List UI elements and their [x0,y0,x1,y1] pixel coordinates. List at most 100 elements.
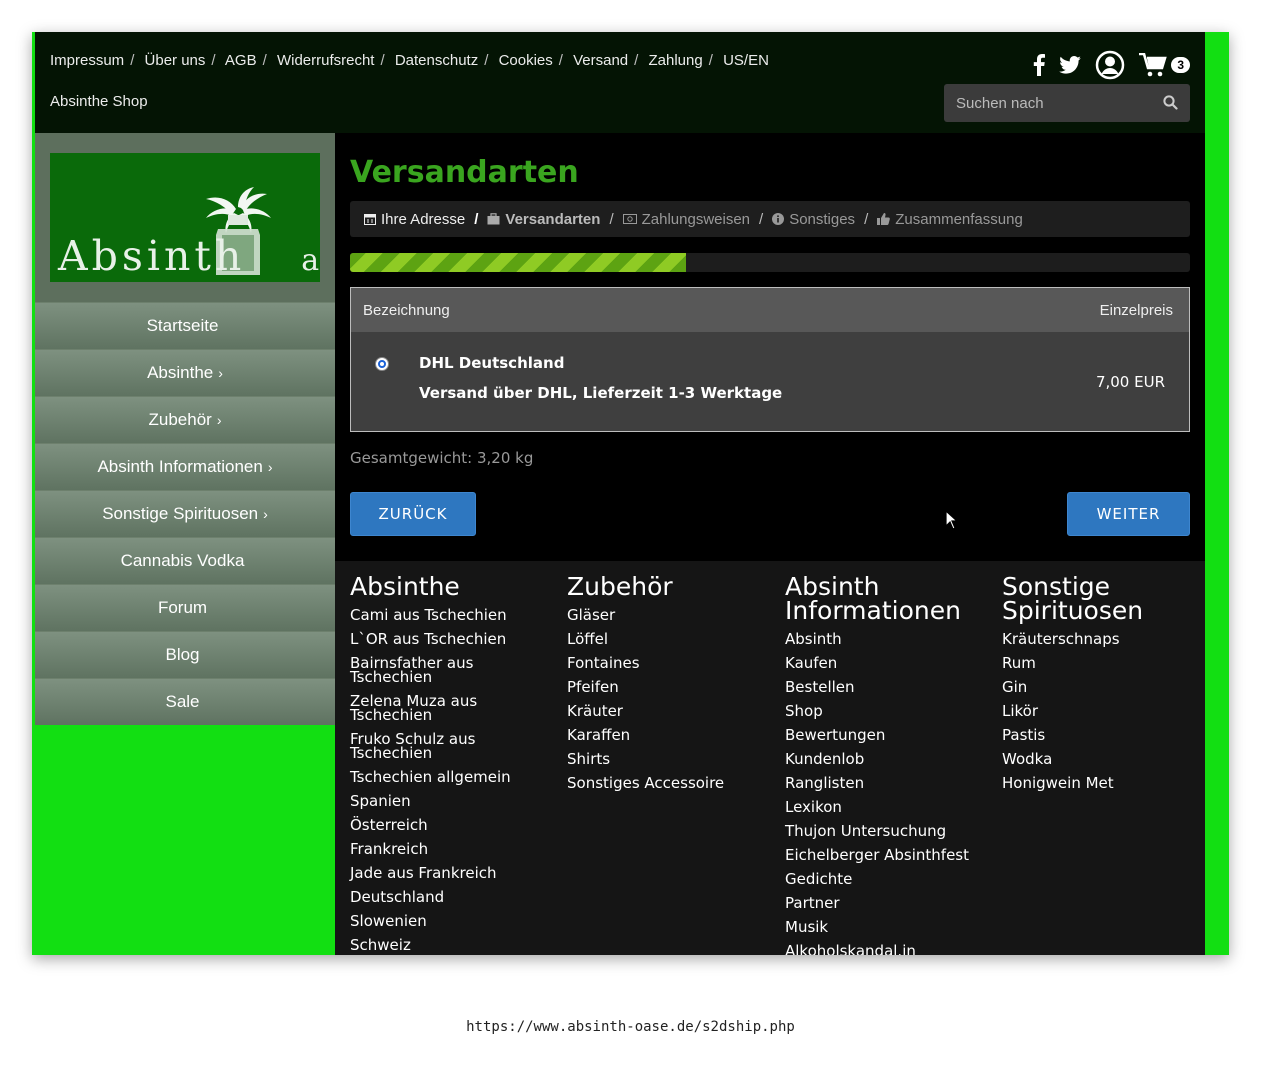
link-agb[interactable]: AGB [225,52,257,69]
footer-link[interactable]: Kräuter [567,699,777,723]
footer-link[interactable]: Gin [1002,675,1212,699]
sidebar-item-zubehoer[interactable]: Zubehör › [35,396,335,443]
sidebar-item-sonstige-spirituosen[interactable]: Sonstige Spirituosen › [35,490,335,537]
link-separator: / [130,52,135,69]
footer-link[interactable]: Karaffen [567,723,777,747]
step-separator: / [474,210,479,228]
footer-link[interactable]: Sonstiges Accessoire [567,771,777,795]
step-ihre-adresse[interactable]: Ihre Adresse [364,211,465,228]
link-widerrufsrecht[interactable]: Widerrufsrecht [277,52,375,69]
link-versand[interactable]: Versand [573,52,628,69]
cart-count-badge: 3 [1171,57,1190,73]
shipping-method-radio[interactable] [375,357,389,371]
money-icon [622,214,637,224]
footer-link[interactable]: Deutschland [350,885,560,909]
footer-link[interactable]: L`OR aus Tschechien [350,627,560,651]
link-us-en[interactable]: US/EN [723,52,769,69]
sidebar-item-absinthe[interactable]: Absinthe › [35,349,335,396]
sidebar-item-blog[interactable]: Blog [35,631,335,678]
sidebar-item-forum[interactable]: Forum [35,584,335,631]
footer-column-title: Zubehör [567,572,673,601]
footer-link[interactable]: Partner [785,891,995,915]
footer-link[interactable]: Lexikon [785,795,995,819]
sidebar-item-label: Zubehör [148,410,212,429]
footer-link[interactable]: Thujon Untersuchung [785,819,995,843]
footer-link[interactable]: Kräuterschnaps [1002,627,1212,651]
sidebar-item-cannabis-vodka[interactable]: Cannabis Vodka [35,537,335,584]
twitter-icon[interactable] [1059,56,1082,74]
footer-link[interactable]: Wodka [1002,747,1212,771]
shipping-method-description: Versand über DHL, Lieferzeit 1-3 Werktag… [419,384,783,402]
footer-link[interactable]: Shirts [567,747,777,771]
footer-link[interactable]: Cami aus Tschechien [350,603,560,627]
footer-link[interactable]: Shop [785,699,995,723]
table-row[interactable]: DHL Deutschland Versand über DHL, Liefer… [351,332,1189,431]
footer-link[interactable]: Honigwein Met [1002,771,1212,795]
step-zahlungsweisen: Zahlungsweisen [622,211,750,228]
shop-name-link[interactable]: Absinthe Shop [50,93,148,110]
footer-link[interactable]: Pfeifen [567,675,777,699]
footer-link[interactable]: Löffel [567,627,777,651]
footer-link[interactable]: Gedichte [785,867,995,891]
step-label: Ihre Adresse [381,210,466,228]
footer-link[interactable]: Fontaines [567,651,777,675]
cart-icon[interactable]: 3 [1139,53,1190,77]
footer-link[interactable]: Alkoholskandal.in [785,939,995,956]
next-button[interactable]: WEITER [1067,492,1190,536]
sidebar-item-label: Cannabis Vodka [120,551,245,570]
footer-link[interactable]: Österreich [350,813,560,837]
footer-link[interactable]: Fruko Schulz aus Tschechien [350,727,560,765]
header-icons: 3 [1033,50,1190,80]
info-icon [772,213,785,225]
link-impressum[interactable]: Impressum [50,52,124,69]
footer-link[interactable]: Bewertungen [785,723,995,747]
facebook-icon[interactable] [1033,54,1046,76]
link-ueber-uns[interactable]: Über uns [145,52,206,69]
footer-link[interactable]: Tschechien allgemein [350,765,560,789]
chevron-right-icon: › [216,412,222,428]
sidebar-item-startseite[interactable]: Startseite [35,302,335,349]
footer-link[interactable]: Zelena Muza aus Tschechien [350,689,560,727]
link-separator: / [380,52,385,69]
footer-link[interactable]: Gläser [567,603,777,627]
footer-link[interactable]: Ranglisten [785,771,995,795]
link-zahlung[interactable]: Zahlung [649,52,703,69]
footer-link[interactable]: Absinth [785,627,995,651]
footer-link[interactable]: Rum [1002,651,1212,675]
footer-link[interactable]: Musik [785,915,995,939]
link-separator: / [708,52,713,69]
link-cookies[interactable]: Cookies [499,52,553,69]
back-button[interactable]: ZURÜCK [350,492,476,536]
step-separator: / [609,210,614,228]
footer-link[interactable]: Spanien [350,789,560,813]
shipping-method-price: 7,00 EUR [1095,373,1165,391]
table-header: Bezeichnung Einzelpreis [351,288,1189,332]
link-separator: / [634,52,639,69]
search-icon[interactable] [1163,95,1178,115]
footer-link[interactable]: Bestellen [785,675,995,699]
page-title: Versandarten [350,155,579,190]
sidebar-item-sale[interactable]: Sale [35,678,335,725]
search-input[interactable] [944,94,1149,112]
search-box [944,84,1190,122]
sidebar-item-label: Absinthe [147,363,214,382]
link-separator: / [211,52,216,69]
link-datenschutz[interactable]: Datenschutz [395,52,478,69]
step-label: Zusammenfassung [895,210,1023,228]
footer-link[interactable]: Likör [1002,699,1212,723]
footer-link[interactable]: Schweiz [350,933,560,955]
step-zusammenfassung: Zusammenfassung [877,211,1023,228]
footer-link[interactable]: Frankreich [350,837,560,861]
user-icon[interactable] [1095,50,1125,80]
footer-link[interactable]: Kaufen [785,651,995,675]
sidebar-item-absinth-informationen[interactable]: Absinth Informationen › [35,443,335,490]
footer-link[interactable]: Jade aus Frankreich [350,861,560,885]
sidebar-item-label: Sale [165,692,200,711]
footer-link[interactable]: Eichelberger Absinthfest [785,843,995,867]
footer-link[interactable]: Slowenien [350,909,560,933]
footer-link[interactable]: Bairnsfather aus Tschechien [350,651,560,689]
footer-link[interactable]: Pastis [1002,723,1212,747]
footer-link[interactable]: Kundenlob [785,747,995,771]
site-logo[interactable]: Absinth ase [50,153,320,282]
sidebar-item-label: Forum [157,598,208,617]
